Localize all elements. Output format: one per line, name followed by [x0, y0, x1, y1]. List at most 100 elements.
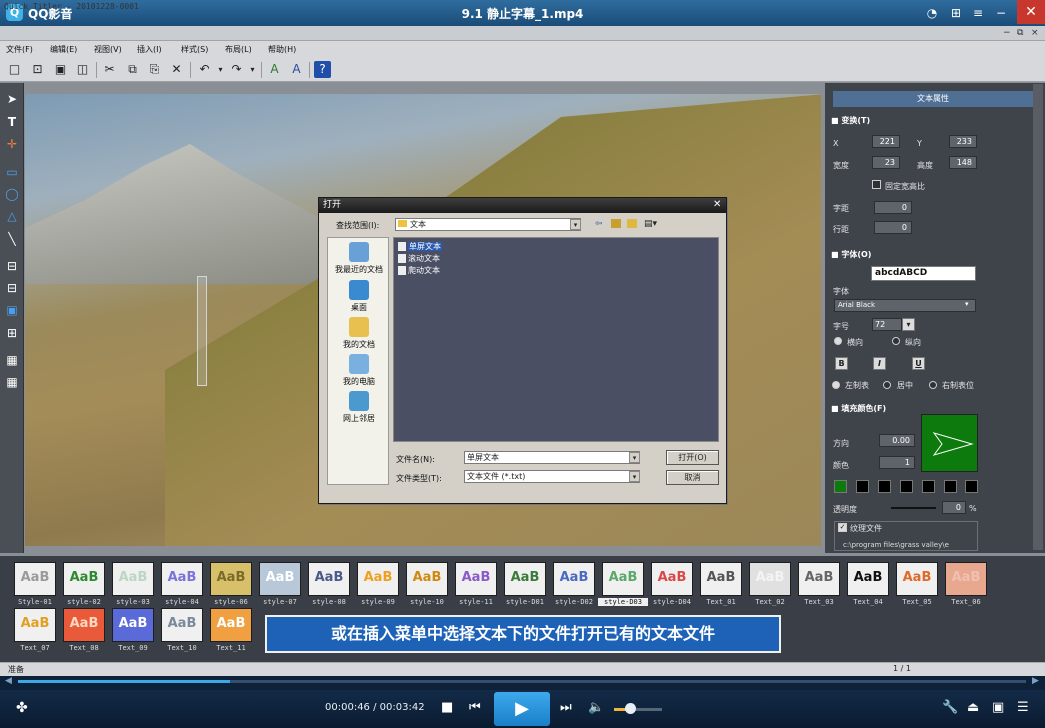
select-arrow-icon[interactable]: ➤ — [3, 90, 21, 108]
table-icon[interactable]: ▦ — [3, 373, 21, 391]
screen-mode-icon[interactable]: ▣ — [992, 700, 1004, 715]
color-swatch[interactable] — [900, 480, 913, 493]
style-tile[interactable]: AaB — [406, 562, 448, 596]
seek-back-icon[interactable]: ◀ — [5, 676, 12, 686]
new-file-icon[interactable]: □ — [6, 61, 23, 78]
paste-icon[interactable]: ⎘ — [146, 61, 163, 78]
align-left-radio[interactable] — [832, 381, 840, 389]
opacity-input[interactable]: 0 — [942, 501, 966, 514]
style-tile[interactable]: AaB — [357, 562, 399, 596]
next-icon[interactable]: ⏭ — [560, 700, 572, 715]
style-tile[interactable]: AaB — [63, 562, 105, 596]
view-menu-icon[interactable]: ▤▾ — [644, 219, 657, 229]
align-right-radio[interactable] — [929, 381, 937, 389]
place-recent[interactable]: 我最近的文档 — [328, 242, 390, 275]
menu-layout[interactable]: 布局(L) — [225, 44, 252, 55]
chat-bubble-icon[interactable]: ◔ — [921, 3, 943, 23]
style-tile[interactable]: AaB — [308, 562, 350, 596]
frame-tool-icon[interactable]: ▣ — [3, 301, 21, 319]
close-icon[interactable]: ✕ — [1017, 0, 1045, 24]
vertical-radio[interactable] — [892, 337, 900, 345]
style-tile[interactable]: AaB — [161, 608, 203, 642]
color-swatch[interactable] — [834, 480, 847, 493]
tools-icon[interactable]: 🔧 — [942, 700, 958, 715]
undo-icon[interactable]: ↶ — [196, 61, 213, 78]
minimize-icon[interactable]: − — [990, 3, 1012, 23]
back-icon[interactable]: ⇦ — [595, 219, 603, 229]
foot-icon[interactable]: ✤ — [16, 700, 28, 716]
selected-text-box[interactable] — [197, 276, 207, 386]
y-input[interactable]: 233 — [949, 135, 977, 148]
bold-button[interactable]: B — [835, 357, 848, 370]
skin-icon[interactable]: ⊞ — [945, 3, 967, 23]
play-button[interactable]: ▶ — [494, 692, 550, 726]
distribute-icon[interactable]: ⊞ — [3, 324, 21, 342]
texture-checkbox[interactable]: ✓ — [838, 523, 847, 532]
eject-icon[interactable]: ⏏ — [967, 700, 979, 715]
open-icon[interactable]: ⊡ — [29, 61, 46, 78]
help-icon[interactable]: ? — [314, 61, 331, 78]
align-center-icon[interactable]: ⊟ — [3, 279, 21, 297]
text-tool-icon[interactable]: T — [3, 113, 21, 131]
style-tile[interactable]: AaB — [847, 562, 889, 596]
style-tile[interactable]: AaB — [161, 562, 203, 596]
font-select[interactable]: Arial Black — [834, 299, 976, 312]
place-desktop[interactable]: 桌面 — [328, 280, 390, 313]
color-swatch[interactable] — [965, 480, 978, 493]
filename-input[interactable]: 单屏文本 — [464, 451, 640, 464]
color-input[interactable]: 1 — [879, 456, 915, 469]
save-all-icon[interactable]: ◫ — [74, 61, 91, 78]
menu-edit[interactable]: 编辑(E) — [50, 44, 77, 55]
fill-header[interactable]: ■ 填充颜色(F) — [831, 403, 886, 414]
style-tile[interactable]: AaB — [945, 562, 987, 596]
style-tile[interactable]: AaB — [210, 562, 252, 596]
menu-icon[interactable]: ≡ — [967, 3, 989, 23]
italic-button[interactable]: I — [873, 357, 886, 370]
volume-knob[interactable] — [625, 703, 636, 714]
style-tile[interactable]: AaB — [455, 562, 497, 596]
properties-scrollbar[interactable] — [1033, 84, 1043, 550]
file-item[interactable]: 单屏文本 — [398, 241, 442, 252]
style-tile[interactable]: AaB — [14, 608, 56, 642]
look-in-dropdown-icon[interactable]: ▾ — [570, 219, 581, 230]
menu-insert[interactable]: 插入(I) — [137, 44, 162, 55]
playlist-icon[interactable]: ☰ — [1017, 700, 1029, 715]
place-network[interactable]: 网上邻居 — [328, 391, 390, 424]
direction-input[interactable]: 0.00 — [879, 434, 915, 447]
file-item[interactable]: 爬动文本 — [398, 265, 440, 276]
style-tile[interactable]: AaB — [798, 562, 840, 596]
filetype-dropdown-icon[interactable]: ▾ — [629, 471, 640, 482]
style-tile[interactable]: AaB — [112, 562, 154, 596]
color-swatch[interactable] — [944, 480, 957, 493]
color-swatch[interactable] — [922, 480, 935, 493]
grid-icon[interactable]: ▦ — [3, 351, 21, 369]
style-tile[interactable]: AaB — [651, 562, 693, 596]
width-input[interactable]: 23 — [872, 156, 900, 169]
color-swatch[interactable] — [878, 480, 891, 493]
place-my-documents[interactable]: 我的文档 — [328, 317, 390, 350]
menu-file[interactable]: 文件(F) — [6, 44, 33, 55]
font-dropdown-icon[interactable]: ▾ — [965, 300, 969, 308]
style-tile[interactable]: AaB — [602, 562, 644, 596]
undo-dropdown-icon[interactable]: ▾ — [212, 61, 229, 78]
style-tile[interactable]: AaB — [210, 608, 252, 642]
crosshair-tool-icon[interactable]: ✛ — [3, 135, 21, 153]
style-tile[interactable]: AaB — [700, 562, 742, 596]
size-select[interactable]: 72 — [872, 318, 902, 331]
align-left-icon[interactable]: ⊟ — [3, 257, 21, 275]
menu-help[interactable]: 帮助(H) — [268, 44, 296, 55]
menu-style[interactable]: 样式(S) — [181, 44, 208, 55]
open-button[interactable]: 打开(O) — [666, 450, 719, 465]
align-center-radio[interactable] — [883, 381, 891, 389]
save-icon[interactable]: ▣ — [52, 61, 69, 78]
copy-icon[interactable]: ⧉ — [124, 61, 141, 78]
rectangle-tool-icon[interactable]: ▭ — [3, 163, 21, 181]
place-my-computer[interactable]: 我的电脑 — [328, 354, 390, 387]
line-tool-icon[interactable]: ╲ — [3, 230, 21, 248]
style-tile[interactable]: AaB — [896, 562, 938, 596]
seek-forward-icon[interactable]: ▶ — [1032, 676, 1039, 686]
redo-icon[interactable]: ↷ — [228, 61, 245, 78]
font-header[interactable]: ■ 字体(O) — [831, 249, 871, 260]
file-item[interactable]: 滚动文本 — [398, 253, 440, 264]
previous-icon[interactable]: ⏮ — [469, 700, 481, 715]
